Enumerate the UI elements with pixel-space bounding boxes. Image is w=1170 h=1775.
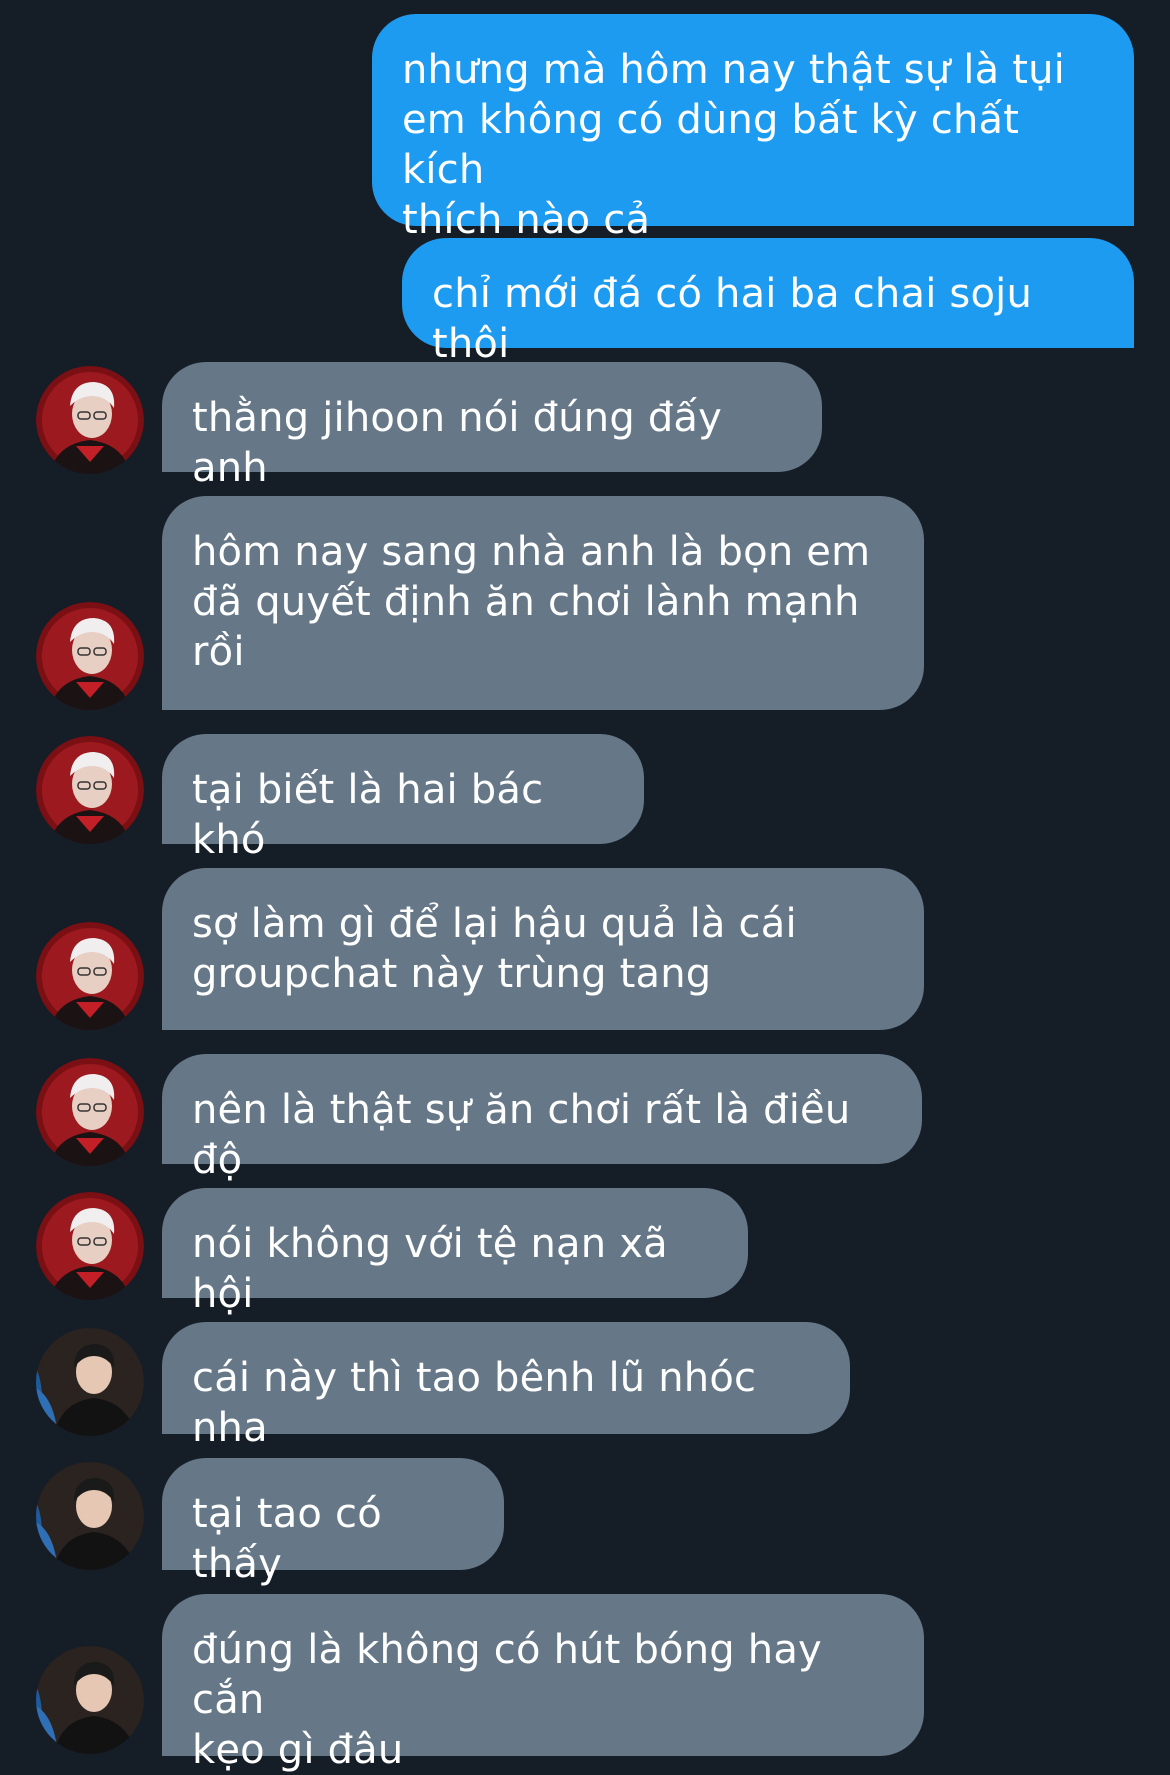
message-bubble-incoming[interactable]: tại tao có thấy [162, 1458, 504, 1587]
avatar-red-jersey-player[interactable] [36, 922, 144, 1030]
message-list: nhưng mà hôm nay thật sự là tụi em không… [0, 0, 1170, 1775]
message-bubble-incoming[interactable]: cái này thì tao bênh lũ nhóc nha [162, 1322, 850, 1451]
avatar-dark-jacket-man[interactable] [36, 1328, 144, 1436]
message-bubble-incoming[interactable]: nên là thật sự ăn chơi rất là điều độ [162, 1054, 922, 1183]
avatar-dark-jacket-man[interactable] [36, 1646, 144, 1754]
message-bubble-outgoing[interactable]: nhưng mà hôm nay thật sự là tụi em không… [372, 14, 1134, 243]
message-bubble-outgoing[interactable]: chỉ mới đá có hai ba chai soju thôi [402, 238, 1134, 367]
message-bubble-incoming[interactable]: hôm nay sang nhà anh là bọn em đã quyết … [162, 496, 924, 710]
avatar-red-jersey-player[interactable] [36, 366, 144, 474]
avatar-red-jersey-player[interactable] [36, 1192, 144, 1300]
avatar-red-jersey-player[interactable] [36, 736, 144, 844]
message-bubble-incoming[interactable]: nói không với tệ nạn xã hội [162, 1188, 748, 1317]
message-bubble-incoming[interactable]: đúng là không có hút bóng hay cắn kẹo gì… [162, 1594, 924, 1773]
message-bubble-incoming[interactable]: tại biết là hai bác khó [162, 734, 644, 863]
avatar-red-jersey-player[interactable] [36, 602, 144, 710]
message-bubble-incoming[interactable]: thằng jihoon nói đúng đấy anh [162, 362, 822, 491]
avatar-dark-jacket-man[interactable] [36, 1462, 144, 1570]
message-bubble-incoming[interactable]: sợ làm gì để lại hậu quả là cái groupcha… [162, 868, 924, 1030]
avatar-red-jersey-player[interactable] [36, 1058, 144, 1166]
